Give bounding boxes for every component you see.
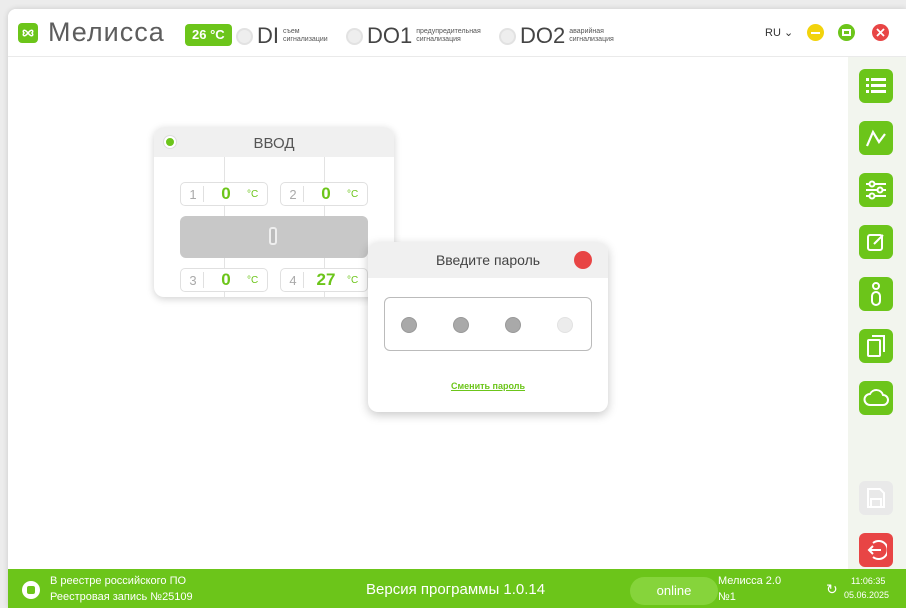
indicator-name: DO1 bbox=[367, 23, 413, 48]
cloud-icon bbox=[863, 389, 889, 406]
registry-text: В реестре российского ПО bbox=[50, 575, 187, 587]
channel-value: 0 bbox=[221, 270, 231, 289]
save-button[interactable] bbox=[859, 481, 893, 515]
channel-value: 0 bbox=[321, 184, 331, 203]
list-icon bbox=[866, 78, 886, 93]
edit-button[interactable] bbox=[859, 225, 893, 259]
channel-number: 3 bbox=[189, 273, 197, 288]
pin-dot bbox=[453, 317, 469, 333]
registry-record: Реестровая запись №25109 bbox=[50, 591, 193, 603]
channel-4[interactable]: 4 27 °C bbox=[280, 268, 368, 292]
chevron-down-icon: ⌄ bbox=[783, 27, 794, 39]
change-password-link[interactable]: Сменить пароль bbox=[368, 381, 608, 391]
indicator-desc: аварийная сигнализация bbox=[569, 28, 614, 43]
divider bbox=[303, 272, 304, 288]
dialog-title: Введите пароль bbox=[435, 252, 541, 268]
device-number: №1 bbox=[718, 591, 736, 603]
status-badge: online bbox=[630, 577, 718, 605]
channel-unit: °C bbox=[347, 275, 359, 286]
dialog-header: Введите пароль bbox=[368, 242, 608, 278]
indicator-lamp bbox=[236, 27, 253, 45]
footer-bar: В реестре российского ПО Реестровая запи… bbox=[8, 569, 906, 608]
indicator-lamp bbox=[346, 27, 363, 45]
app-window: Мелисса 26 °C DI съем сигнализации DO1 п… bbox=[8, 9, 906, 608]
channel-2[interactable]: 2 0 °C bbox=[280, 182, 368, 206]
indicator-lamp bbox=[499, 27, 516, 45]
pin-dot bbox=[401, 317, 417, 333]
clock-time: 11:06:35 bbox=[851, 576, 886, 586]
channel-unit: °C bbox=[347, 189, 359, 200]
channel-value: 0 bbox=[221, 184, 231, 203]
save-icon bbox=[867, 488, 885, 508]
divider bbox=[203, 186, 204, 202]
exit-button[interactable] bbox=[859, 533, 893, 567]
minimize-button[interactable] bbox=[807, 24, 824, 41]
chart-button[interactable] bbox=[859, 121, 893, 155]
right-toolbar bbox=[848, 57, 906, 569]
channel-3[interactable]: 3 0 °C bbox=[180, 268, 268, 292]
channel-unit: °C bbox=[247, 189, 259, 200]
pin-input[interactable] bbox=[384, 297, 592, 351]
pin-dot bbox=[505, 317, 521, 333]
info-button[interactable] bbox=[859, 277, 893, 311]
documents-icon bbox=[867, 335, 885, 357]
maximize-icon bbox=[842, 29, 851, 36]
divider bbox=[303, 186, 304, 202]
indicator-do1: DO1 предупредительная сигнализация bbox=[346, 23, 490, 49]
maximize-button[interactable] bbox=[838, 24, 855, 41]
flower-logo-icon bbox=[18, 23, 38, 43]
cloud-button[interactable] bbox=[859, 381, 893, 415]
password-dialog: Введите пароль Сменить пароль bbox=[368, 242, 608, 412]
channel-1[interactable]: 1 0 °C bbox=[180, 182, 268, 206]
header-bar: Мелисса 26 °C DI съем сигнализации DO1 п… bbox=[8, 9, 906, 57]
channel-number: 2 bbox=[289, 187, 297, 202]
input-card-title: ВВОД bbox=[253, 135, 295, 152]
documents-button[interactable] bbox=[859, 329, 893, 363]
divider bbox=[203, 272, 204, 288]
settings-button[interactable] bbox=[859, 173, 893, 207]
clock-date: 05.06.2025 bbox=[844, 590, 890, 600]
info-icon bbox=[871, 282, 881, 306]
input-card-header: ВВОД bbox=[154, 127, 394, 157]
sliders-icon bbox=[866, 180, 886, 200]
device-name: Мелисса 2.0 bbox=[718, 575, 782, 587]
channel-value: 27 bbox=[316, 270, 336, 289]
exit-icon bbox=[867, 540, 887, 560]
indicator-di: DI съем сигнализации bbox=[236, 23, 331, 49]
channel-number: 4 bbox=[289, 273, 297, 288]
device-slot[interactable] bbox=[180, 216, 368, 258]
list-button[interactable] bbox=[859, 69, 893, 103]
channel-number: 1 bbox=[189, 187, 197, 202]
registry-icon bbox=[22, 581, 40, 599]
dialog-close-button[interactable] bbox=[574, 251, 592, 269]
app-title: Мелисса bbox=[48, 17, 165, 47]
chart-line-icon bbox=[865, 129, 886, 147]
indicator-desc: предупредительная сигнализация bbox=[416, 28, 481, 43]
close-icon bbox=[876, 28, 885, 37]
input-card: ВВОД 1 0 °C 2 0 °C 3 0 °C 4 27 °C bbox=[154, 127, 394, 297]
language-value: RU bbox=[765, 27, 781, 39]
edit-icon bbox=[867, 234, 884, 251]
language-select[interactable]: RU ⌄ bbox=[765, 26, 793, 39]
close-button[interactable] bbox=[872, 24, 889, 41]
connector-icon bbox=[269, 227, 277, 245]
minimize-icon bbox=[811, 31, 820, 34]
program-version: Версия программы 1.0.14 bbox=[366, 581, 546, 598]
indicator-desc: съем сигнализации bbox=[283, 28, 328, 43]
pin-dot bbox=[557, 317, 573, 333]
sync-icon[interactable]: ↻ bbox=[826, 581, 838, 598]
temperature-badge: 26 °C bbox=[185, 24, 232, 46]
indicator-name: DO2 bbox=[520, 23, 566, 48]
channel-unit: °C bbox=[247, 275, 259, 286]
indicator-do2: DO2 аварийная сигнализация bbox=[499, 23, 633, 49]
indicator-name: DI bbox=[257, 23, 279, 48]
